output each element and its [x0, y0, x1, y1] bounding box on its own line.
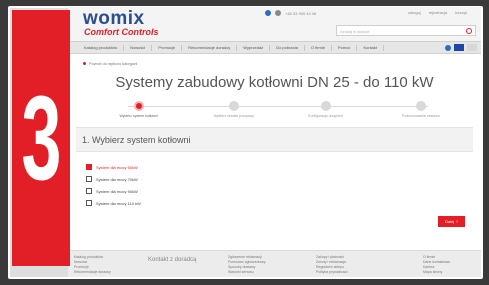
- footer-link[interactable]: Polityka prywatności: [316, 270, 348, 275]
- page-title: Systemy zabudowy kotłowni DN 25 - do 110…: [115, 74, 434, 91]
- phone-number[interactable]: +48 53 955 44 08: [285, 11, 316, 16]
- option-90kw-label: System dla mocy 90kW: [96, 188, 138, 194]
- checkbox-90kw[interactable]: [86, 188, 92, 194]
- step-3-indicator: [320, 101, 331, 111]
- logo-wordmark: womix: [83, 8, 145, 29]
- footer-col-1: Katalog produktów Nowości Promocje Rekom…: [74, 255, 111, 275]
- option-70kw-label: System dla mocy 70kW: [96, 176, 138, 182]
- next-button[interactable]: Dalej ›: [438, 216, 465, 227]
- nav-item-about[interactable]: O firmie: [305, 44, 332, 51]
- nav-extras: [445, 44, 481, 51]
- configurator-panel: 1. Wybierz system kotłowni System dla mo…: [76, 127, 473, 247]
- footer-col-2: Zgłoszenie reklamacji Formularz zgłoszen…: [228, 255, 266, 275]
- option-90kw[interactable]: System dla mocy 90kW: [86, 186, 141, 196]
- cart-link[interactable]: koszyk: [455, 10, 467, 15]
- step-2-indicator: [228, 101, 239, 111]
- footer-col-4: O firmie Dane kontaktowe Kariera Mapa st…: [423, 255, 450, 275]
- site-header: womix Comfort Controls +48 53 955 44 08 …: [68, 7, 481, 41]
- eu-flag-icon[interactable]: [454, 44, 464, 51]
- wizard-steps: Wybierz system kotłowni Wybierz zestaw p…: [108, 101, 448, 121]
- step-2: Wybierz zestaw pompowy: [194, 101, 274, 118]
- website-screenshot: womix Comfort Controls +48 53 955 44 08 …: [68, 7, 481, 277]
- nav-item-downloads[interactable]: Do pobrania: [270, 44, 305, 51]
- step-3: Konfiguracja urządzeń: [286, 101, 366, 118]
- site-footer: Katalog produktów Nowości Promocje Rekom…: [68, 250, 481, 277]
- section-header: 1. Wybierz system kotłowni: [76, 128, 473, 152]
- nav-item-new[interactable]: Nowości: [124, 44, 153, 51]
- footer-brand: Kontakt z doradcą: [148, 257, 197, 263]
- checkbox-110kw[interactable]: [86, 200, 92, 206]
- step-number-badge: 3: [12, 10, 70, 266]
- breadcrumb[interactable]: Powrót do wyboru kategorii: [83, 61, 137, 66]
- option-110kw-label: System dla mocy 110 kW: [96, 200, 141, 206]
- section-title: 1. Wybierz system kotłowni: [82, 134, 191, 145]
- option-110kw[interactable]: System dla mocy 110 kW: [86, 198, 141, 208]
- footer-link[interactable]: Rekomendacje doradcy: [74, 270, 111, 275]
- facebook-icon[interactable]: [265, 10, 271, 16]
- search-icon[interactable]: [466, 28, 472, 34]
- step-3-label: Konfiguracja urządzeń: [308, 114, 343, 118]
- main-nav: Katalog produktów Nowości Promocje Rekom…: [68, 41, 481, 54]
- arrow-right-icon: ›: [456, 218, 458, 225]
- step-2-label: Wybierz zestaw pompowy: [213, 114, 255, 118]
- step-4: Podsumowanie zestawu: [381, 101, 461, 118]
- account-links: zaloguj rejestracja koszyk: [408, 10, 467, 15]
- logo-tagline: Comfort Controls: [84, 27, 159, 37]
- search-placeholder: Szukaj w sklepie: [340, 29, 370, 34]
- nav-item-promotions[interactable]: Promocje: [152, 44, 183, 51]
- nav-item-help[interactable]: Pomoc: [332, 44, 358, 51]
- login-link[interactable]: zaloguj: [408, 10, 421, 15]
- footer-link[interactable]: Mapa strony: [423, 270, 450, 275]
- option-50kw-label: System dla mocy 50kW: [96, 164, 138, 170]
- badge-number: 3: [20, 71, 62, 205]
- option-70kw[interactable]: System dla mocy 70kW: [86, 174, 141, 184]
- footer-col-3: Zakupy i płatności Zwroty i reklamacje R…: [316, 255, 348, 275]
- checkbox-70kw[interactable]: [86, 176, 92, 182]
- system-options: System dla mocy 50kW System dla mocy 70k…: [86, 162, 141, 210]
- globe-icon[interactable]: [445, 44, 451, 51]
- step-4-label: Podsumowanie zestawu: [401, 114, 440, 118]
- back-arrow-icon: [83, 62, 86, 65]
- step-1-indicator: [133, 101, 144, 111]
- contact-bar: +48 53 955 44 08: [265, 10, 316, 16]
- next-button-label: Dalej: [445, 219, 455, 224]
- step-1[interactable]: Wybierz system kotłowni: [99, 101, 179, 118]
- register-link[interactable]: rejestracja: [429, 10, 447, 15]
- phone-icon: [275, 10, 281, 16]
- nav-item-contact[interactable]: Kontakt: [357, 44, 385, 51]
- nav-item-recommendations[interactable]: Rekomendacje doradcy: [182, 44, 238, 51]
- option-50kw[interactable]: System dla mocy 50kW: [86, 162, 141, 172]
- step-1-label: Wybierz system kotłowni: [119, 114, 158, 118]
- nav-item-sale[interactable]: Wyprzedaż: [237, 44, 271, 51]
- checkbox-50kw[interactable]: [86, 164, 92, 170]
- language-flag-icon[interactable]: [467, 44, 477, 51]
- logo[interactable]: womix Comfort Controls: [83, 8, 159, 37]
- breadcrumb-label: Powrót do wyboru kategorii: [89, 61, 138, 66]
- nav-item-catalog[interactable]: Katalog produktów: [78, 44, 125, 51]
- footer-link[interactable]: Warunki serwisu: [228, 270, 266, 275]
- search-input[interactable]: Szukaj w sklepie: [336, 25, 476, 36]
- step-4-indicator: [415, 101, 426, 111]
